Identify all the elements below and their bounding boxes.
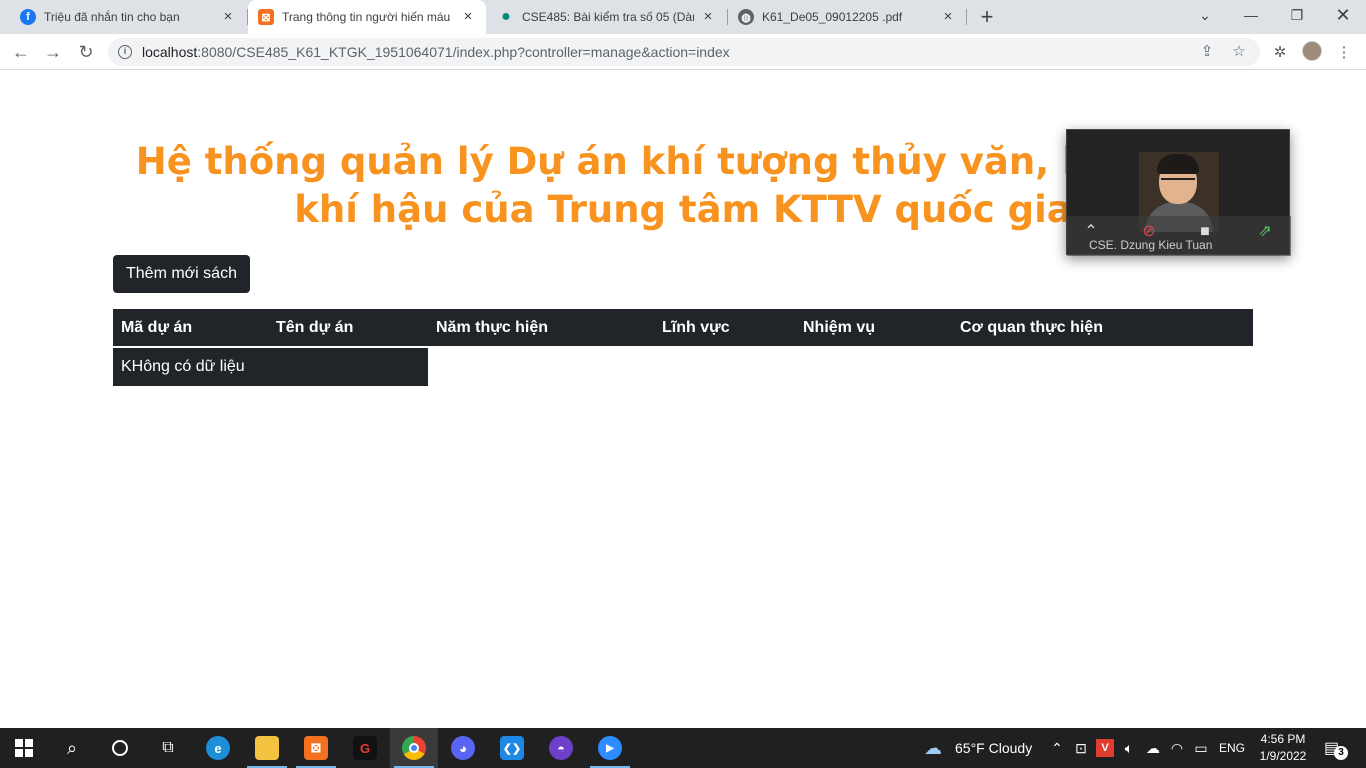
cloud-weather-icon: ☁: [924, 738, 942, 758]
meet-icon: ●: [501, 8, 511, 25]
taskbar-app-discord[interactable]: ◕: [439, 728, 487, 768]
url-text[interactable]: localhost:8080/CSE485_K61_KTGK_195106407…: [142, 44, 730, 60]
github-icon: ◓: [549, 736, 573, 760]
bookmark-star-icon[interactable]: ☆: [1230, 43, 1248, 61]
tab-pdf[interactable]: ◍ K61_De05_09012205 .pdf ×: [728, 0, 966, 34]
vscode-icon: ❮❯: [500, 736, 524, 760]
start-button[interactable]: [0, 728, 48, 768]
vietkey-icon[interactable]: V: [1096, 739, 1114, 757]
facebook-icon: f: [20, 9, 36, 25]
new-tab-button[interactable]: +: [976, 6, 998, 29]
taskbar-app-garena[interactable]: G: [341, 728, 389, 768]
edge-icon: e: [206, 736, 230, 760]
notification-count-badge: 3: [1334, 746, 1348, 760]
browser-toolbar: ← → ↻ i localhost:8080/CSE485_K61_KTGK_1…: [0, 34, 1366, 70]
cortana-button[interactable]: [96, 728, 144, 768]
chevron-up-icon[interactable]: ⌃: [1048, 739, 1066, 757]
profile-avatar[interactable]: [1302, 41, 1322, 61]
participant-name: CSE. Dzung Kieu Tuan: [1089, 238, 1213, 252]
tab-facebook[interactable]: f Triệu đã nhắn tin cho bạn ×: [10, 0, 246, 34]
xampp-icon: ⊠: [258, 9, 274, 25]
wifi-icon[interactable]: ◠: [1168, 739, 1186, 757]
back-arrow-icon[interactable]: ←: [8, 39, 34, 65]
meet-now-icon[interactable]: ⊡: [1072, 739, 1090, 757]
forward-arrow-icon[interactable]: →: [40, 39, 66, 65]
windows-logo-icon: [15, 739, 33, 757]
taskbar-app-zoom[interactable]: ▶: [586, 728, 634, 768]
add-new-button[interactable]: Thêm mới sách: [113, 255, 250, 293]
extensions-puzzle-icon[interactable]: ✲: [1270, 43, 1290, 63]
garena-icon: G: [353, 736, 377, 760]
xampp-icon: ⊠: [304, 736, 328, 760]
file-explorer-icon: [255, 736, 279, 760]
column-header: Nhiệm vụ: [803, 319, 876, 336]
zoom-icon: ▶: [598, 736, 622, 760]
tab-divider: [966, 9, 967, 25]
column-header: Lĩnh vực: [662, 319, 730, 336]
task-view-button[interactable]: ⧉: [144, 728, 192, 768]
tab-title: CSE485: Bài kiểm tra số 05 (Dành: [522, 10, 694, 24]
menu-kebab-icon[interactable]: ⋮: [1334, 43, 1354, 63]
taskbar-app-edge[interactable]: e: [194, 728, 242, 768]
chrome-icon: [402, 736, 426, 760]
clock-date: 1/9/2022: [1259, 749, 1307, 763]
column-header: Năm thực hiện: [436, 319, 549, 336]
close-icon[interactable]: ×: [940, 9, 956, 25]
taskbar-app-chrome[interactable]: [390, 728, 438, 768]
task-view-icon: ⧉: [162, 739, 174, 756]
info-icon[interactable]: i: [118, 45, 132, 59]
taskbar-app-github[interactable]: ◓: [537, 728, 585, 768]
globe-icon: ◍: [738, 9, 754, 25]
column-header: Cơ quan thực hiện: [960, 319, 1103, 336]
battery-icon[interactable]: ▭: [1192, 739, 1210, 757]
table-header: Mã dự án Tên dự án Năm thực hiện Lĩnh vự…: [113, 309, 1253, 346]
restore-button[interactable]: ❐: [1274, 0, 1320, 30]
system-clock[interactable]: 4:56 PM 1/9/2022: [1252, 731, 1314, 765]
discord-icon: ◕: [451, 736, 475, 760]
close-icon[interactable]: ×: [460, 9, 476, 25]
search-button[interactable]: ⌕: [48, 728, 96, 768]
column-header: Mã dự án: [121, 319, 193, 336]
taskbar-app-xampp[interactable]: ⊠: [292, 728, 340, 768]
share-icon[interactable]: ⇪: [1198, 43, 1216, 61]
tab-title: Trang thông tin người hiến máu: [282, 10, 451, 24]
close-window-button[interactable]: ✕: [1320, 0, 1366, 30]
speaker-icon[interactable]: 🔈︎: [1120, 739, 1138, 757]
language-indicator[interactable]: ENG: [1219, 728, 1245, 768]
taskbar-app-vscode[interactable]: ❮❯: [488, 728, 536, 768]
onedrive-cloud-icon[interactable]: ☁: [1144, 739, 1162, 757]
tab-title: Triệu đã nhắn tin cho bạn: [44, 10, 180, 24]
windows-taskbar: ⌕ ⧉ e ⊠ G ◕ ❮❯ ◓ ▶ ☁ 65°F Cloudy ⌃ ⊡ V 🔈…: [0, 728, 1366, 768]
search-icon: ⌕: [66, 737, 78, 758]
weather-widget[interactable]: 65°F Cloudy: [955, 728, 1032, 768]
zoom-video-window[interactable]: ⌃ ⊘ ■ ⇗ CSE. Dzung Kieu Tuan: [1066, 129, 1291, 256]
reload-icon[interactable]: ↻: [73, 39, 99, 65]
clock-time: 4:56 PM: [1260, 732, 1306, 746]
column-header: Tên dự án: [276, 319, 354, 336]
action-center-button[interactable]: ▤ 3: [1324, 738, 1348, 760]
tab-blood-donor[interactable]: ⊠ Trang thông tin người hiến máu ×: [248, 0, 486, 34]
tab-title: K61_De05_09012205 .pdf: [762, 10, 903, 24]
cortana-icon: [112, 740, 128, 756]
close-icon[interactable]: ×: [220, 9, 236, 25]
expand-icon[interactable]: ⇗: [1253, 222, 1277, 242]
minimize-button[interactable]: —: [1228, 0, 1274, 30]
address-bar[interactable]: i localhost:8080/CSE485_K61_KTGK_1951064…: [108, 38, 1260, 66]
empty-table-message: KHông có dữ liệu: [113, 348, 428, 386]
tab-cse485[interactable]: ● CSE485: Bài kiểm tra số 05 (Dành ×: [488, 0, 726, 34]
tab-search-icon[interactable]: ⌄: [1182, 0, 1228, 30]
browser-tabstrip: f Triệu đã nhắn tin cho bạn × ⊠ Trang th…: [0, 0, 1366, 34]
taskbar-app-explorer[interactable]: [243, 728, 291, 768]
close-icon[interactable]: ×: [700, 9, 716, 25]
